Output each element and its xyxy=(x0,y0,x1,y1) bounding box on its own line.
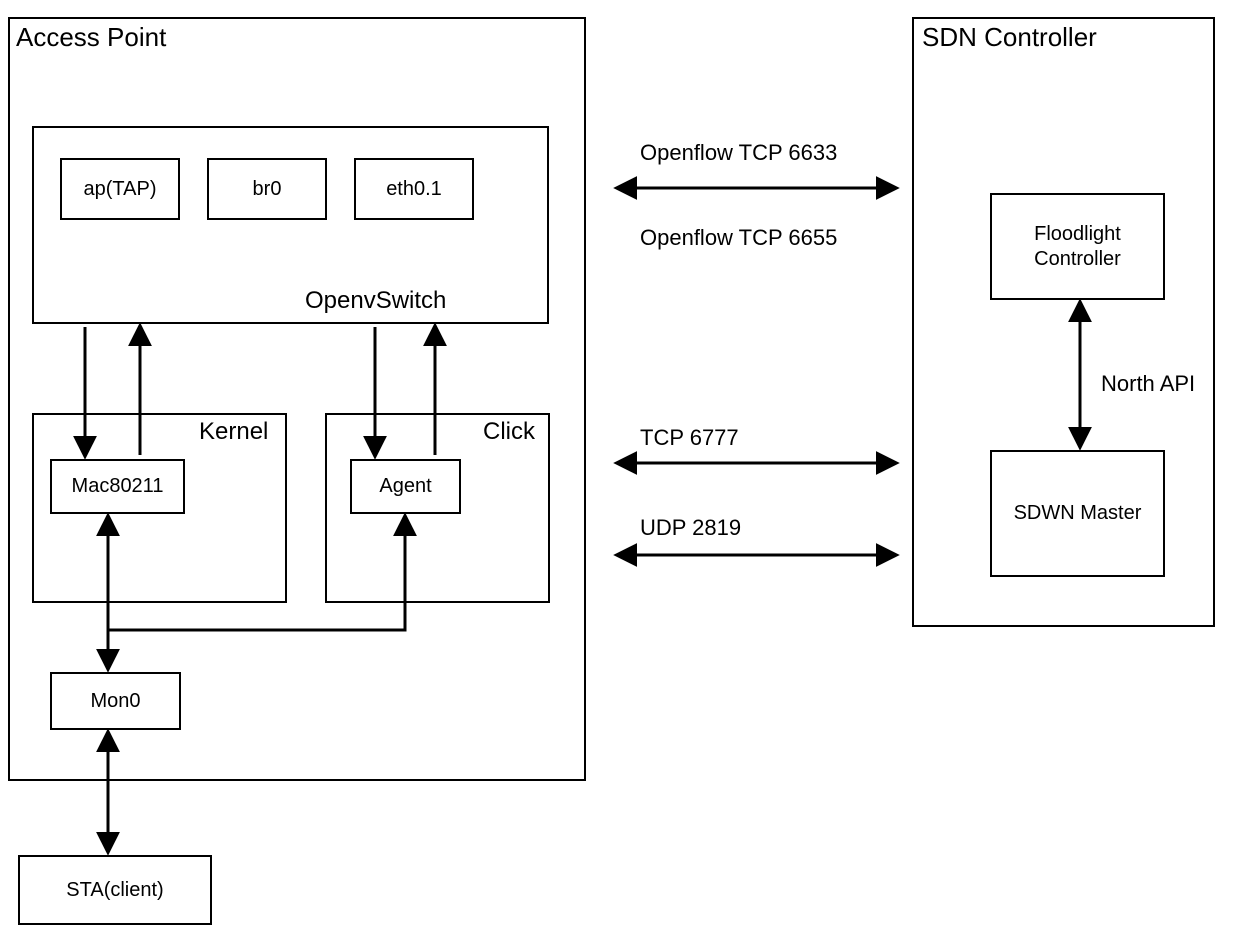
udp-2819-label: UDP 2819 xyxy=(640,515,741,541)
access-point-title: Access Point xyxy=(16,22,166,53)
kernel-title: Kernel xyxy=(199,418,268,446)
diagram-canvas: Access Point OpenvSwitch ap(TAP) br0 eth… xyxy=(0,0,1240,938)
sta-client-box: STA(client) xyxy=(18,855,212,925)
br0-label: br0 xyxy=(209,160,325,218)
agent-label: Agent xyxy=(352,461,459,512)
openflow-6633-label: Openflow TCP 6633 xyxy=(640,140,837,166)
floodlight-label: Floodlight Controller xyxy=(992,195,1163,298)
openvswitch-box xyxy=(32,126,549,324)
click-title: Click xyxy=(483,418,535,446)
mac80211-label: Mac80211 xyxy=(52,461,183,512)
sdn-controller-title: SDN Controller xyxy=(922,22,1097,53)
openflow-6655-label: Openflow TCP 6655 xyxy=(640,225,837,251)
openvswitch-title: OpenvSwitch xyxy=(305,287,446,315)
eth01-label: eth0.1 xyxy=(356,160,472,218)
north-api-label: North API xyxy=(1101,371,1195,397)
br0-box: br0 xyxy=(207,158,327,220)
mon0-label: Mon0 xyxy=(52,674,179,728)
sdwn-master-label: SDWN Master xyxy=(992,452,1163,575)
sta-client-label: STA(client) xyxy=(20,857,210,923)
tcp-6777-label: TCP 6777 xyxy=(640,425,739,451)
agent-box: Agent xyxy=(350,459,461,514)
ap-tap-label: ap(TAP) xyxy=(62,160,178,218)
mon0-box: Mon0 xyxy=(50,672,181,730)
mac80211-box: Mac80211 xyxy=(50,459,185,514)
floodlight-box: Floodlight Controller xyxy=(990,193,1165,300)
sdwn-master-box: SDWN Master xyxy=(990,450,1165,577)
ap-tap-box: ap(TAP) xyxy=(60,158,180,220)
eth01-box: eth0.1 xyxy=(354,158,474,220)
